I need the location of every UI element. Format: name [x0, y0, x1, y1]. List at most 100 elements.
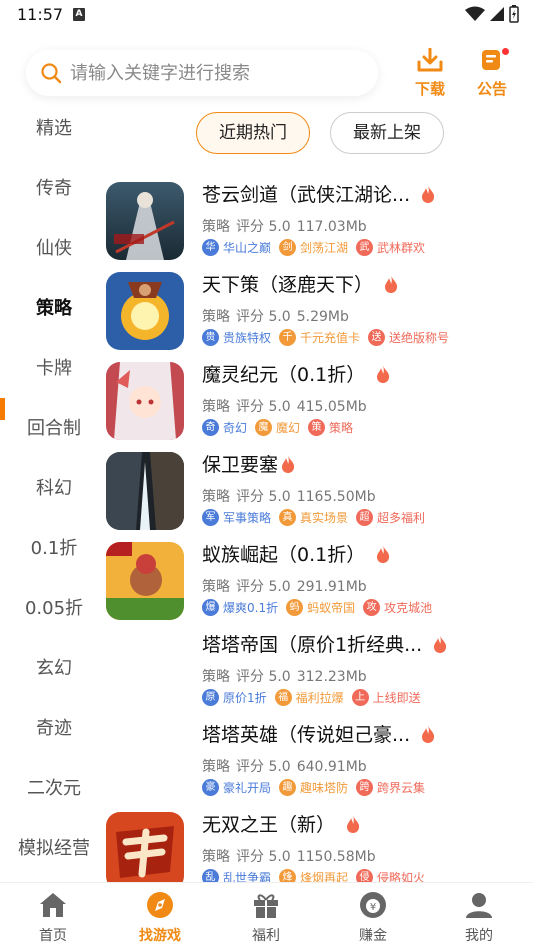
search-bar[interactable]: [26, 50, 378, 96]
sidebar-item-card[interactable]: 卡牌: [0, 349, 108, 389]
status-time: 11:57: [17, 5, 64, 24]
game-category: 策略: [202, 309, 230, 325]
game-item[interactable]: 无双之王（新） 策略 评分 5.0 1150.58Mb 乱乱世争霸 烽烽烟再起 侵侵…: [106, 808, 533, 884]
fire-icon: [377, 364, 390, 383]
sidebar-item-legend[interactable]: 传奇: [0, 169, 108, 209]
download-label: 下载: [414, 80, 445, 98]
sidebar-item-fantasy[interactable]: 玄幻: [0, 649, 108, 689]
game-tag: 趣趣味塔防: [279, 779, 348, 796]
nav-earn[interactable]: ¥ 赚金: [333, 891, 413, 945]
game-name-row: 蚁族崛起（0.1折）: [202, 540, 391, 567]
nav-home-label: 首页: [39, 928, 67, 944]
notice-button[interactable]: 公告: [472, 48, 512, 100]
game-tag: 原原价1折: [202, 689, 267, 706]
nav-find-game-label: 找游戏: [139, 928, 181, 944]
nav-welfare[interactable]: 福利: [226, 891, 306, 945]
game-icon: [106, 632, 184, 710]
game-meta: 策略 评分 5.0 117.03Mb: [202, 216, 373, 236]
game-meta: 策略 评分 5.0 415.05Mb: [202, 396, 373, 416]
nav-profile[interactable]: 我的: [439, 891, 519, 945]
game-name: 塔塔帝国（原价1折经典...: [202, 634, 423, 656]
sidebar-item-miracle[interactable]: 奇迹: [0, 709, 108, 749]
tag-badge: 上: [351, 689, 369, 706]
tag-badge: 爆: [202, 599, 219, 616]
game-name: 苍云剑道（武侠江湖论...: [202, 184, 411, 206]
game-name-row: 无双之王（新）: [202, 810, 361, 837]
sidebar-item-featured[interactable]: 精选: [0, 109, 108, 149]
game-category: 策略: [202, 759, 230, 775]
sidebar-item-anime[interactable]: 二次元: [0, 769, 108, 809]
sidebar-item-simulation[interactable]: 模拟经营: [0, 829, 108, 869]
game-tags: 华华山之巅 剑剑荡江湖 武武林群欢: [202, 239, 425, 256]
game-item[interactable]: 天下策（逐鹿天下） 策略 评分 5.0 5.29Mb 贵贵族特权 千千元充值卡 送送…: [106, 268, 533, 358]
tag-text: 千元充值卡: [300, 331, 361, 345]
tag-badge: 奇: [202, 419, 219, 436]
tag-badge: 策: [308, 419, 326, 436]
tag-text: 策略: [329, 421, 354, 435]
nav-find-game[interactable]: 找游戏: [120, 891, 200, 945]
sidebar-item-0-1-discount[interactable]: 0.1折: [0, 529, 108, 569]
game-icon: [106, 722, 184, 800]
game-icon: [106, 182, 184, 260]
download-icon: [417, 47, 443, 72]
battery-icon: [509, 5, 519, 23]
game-size: 1165.50Mb: [296, 489, 376, 505]
game-item[interactable]: 苍云剑道（武侠江湖论... 策略 评分 5.0 117.03Mb 华华山之巅 剑剑荡…: [106, 178, 533, 268]
game-item[interactable]: 保卫要塞 策略 评分 5.0 1165.50Mb 军军事策略 真真实场景 超超多福利: [106, 448, 533, 538]
game-score: 评分 5.0: [236, 759, 291, 775]
game-category: 策略: [202, 219, 230, 235]
tag-text: 福利拉爆: [295, 691, 344, 705]
tag-text: 华山之巅: [223, 241, 272, 255]
game-tags: 爆爆爽0.1折 蚂蚂蚁帝国 攻攻克城池: [202, 599, 432, 616]
game-tags: 豪豪礼开局 趣趣味塔防 跨跨界云集: [202, 779, 425, 796]
game-tag: 真真实场景: [279, 509, 348, 526]
game-tag: 送送绝版称号: [368, 329, 449, 346]
tag-text: 跨界云集: [377, 781, 426, 795]
sidebar-item-turn-based[interactable]: 回合制: [0, 409, 108, 449]
game-name-row: 塔塔帝国（原价1折经典...: [202, 630, 448, 657]
game-name: 保卫要塞: [202, 454, 279, 476]
notice-label: 公告: [476, 80, 507, 98]
tag-badge: 武: [356, 239, 374, 256]
game-meta: 策略 评分 5.0 291.91Mb: [202, 576, 373, 596]
tag-text: 军事策略: [223, 511, 272, 525]
search-input[interactable]: [70, 58, 370, 88]
game-item[interactable]: 塔塔帝国（原价1折经典... 策略 评分 5.0 312.23Mb 原原价1折 福福…: [106, 628, 533, 718]
tag-text: 爆爽0.1折: [223, 601, 279, 615]
tab-newest[interactable]: 最新上架: [330, 112, 444, 154]
game-tag: 上上线即送: [351, 689, 421, 706]
sidebar-item-xianxia[interactable]: 仙侠: [0, 229, 108, 269]
tag-badge: 趣: [279, 779, 297, 796]
compass-icon: [147, 892, 173, 918]
game-item[interactable]: 魔灵纪元（0.1折） 策略 评分 5.0 415.05Mb 奇奇幻 魔魔幻 策策略: [106, 358, 533, 448]
tag-badge: 军: [202, 509, 219, 526]
game-tag: 蚂蚂蚁帝国: [286, 599, 355, 616]
game-tag: 华华山之巅: [202, 239, 271, 256]
fire-icon: [347, 814, 360, 833]
tab-recent-hot[interactable]: 近期热门: [196, 112, 310, 154]
game-name: 蚁族崛起（0.1折）: [202, 544, 366, 566]
home-icon: [40, 893, 66, 917]
game-meta: 策略 评分 5.0 5.29Mb: [202, 306, 355, 326]
nav-home[interactable]: 首页: [13, 891, 93, 945]
game-meta: 策略 评分 5.0 1150.58Mb: [202, 846, 382, 866]
nav-profile-label: 我的: [465, 928, 493, 944]
tag-text: 豪礼开局: [223, 781, 272, 795]
sidebar-item-strategy[interactable]: 策略: [0, 289, 108, 329]
tag-text: 超多福利: [377, 511, 426, 525]
bottom-navigation: 首页 找游戏 福利 ¥ 赚金 我的: [0, 882, 533, 949]
tag-text: 贵族特权: [223, 331, 272, 345]
tag-badge: 千: [279, 329, 297, 346]
sidebar-item-scifi[interactable]: 科幻: [0, 469, 108, 509]
game-tags: 军军事策略 真真实场景 超超多福利: [202, 509, 425, 526]
game-name-row: 魔灵纪元（0.1折）: [202, 360, 391, 387]
tag-badge: 豪: [202, 779, 219, 796]
tag-badge: 原: [202, 689, 219, 706]
sidebar-item-0-05-discount[interactable]: 0.05折: [0, 589, 108, 629]
game-item[interactable]: 塔塔英雄（传说妲己豪... 策略 评分 5.0 640.91Mb 豪豪礼开局 趣趣味…: [106, 718, 533, 808]
download-button[interactable]: 下载: [410, 47, 450, 100]
game-list[interactable]: 苍云剑道（武侠江湖论... 策略 评分 5.0 117.03Mb 华华山之巅 剑剑荡…: [106, 178, 533, 884]
game-item[interactable]: 蚁族崛起（0.1折） 策略 评分 5.0 291.91Mb 爆爆爽0.1折 蚂蚂蚁帝…: [106, 538, 533, 628]
tag-badge: 跨: [356, 779, 374, 796]
game-icon: [106, 362, 184, 440]
